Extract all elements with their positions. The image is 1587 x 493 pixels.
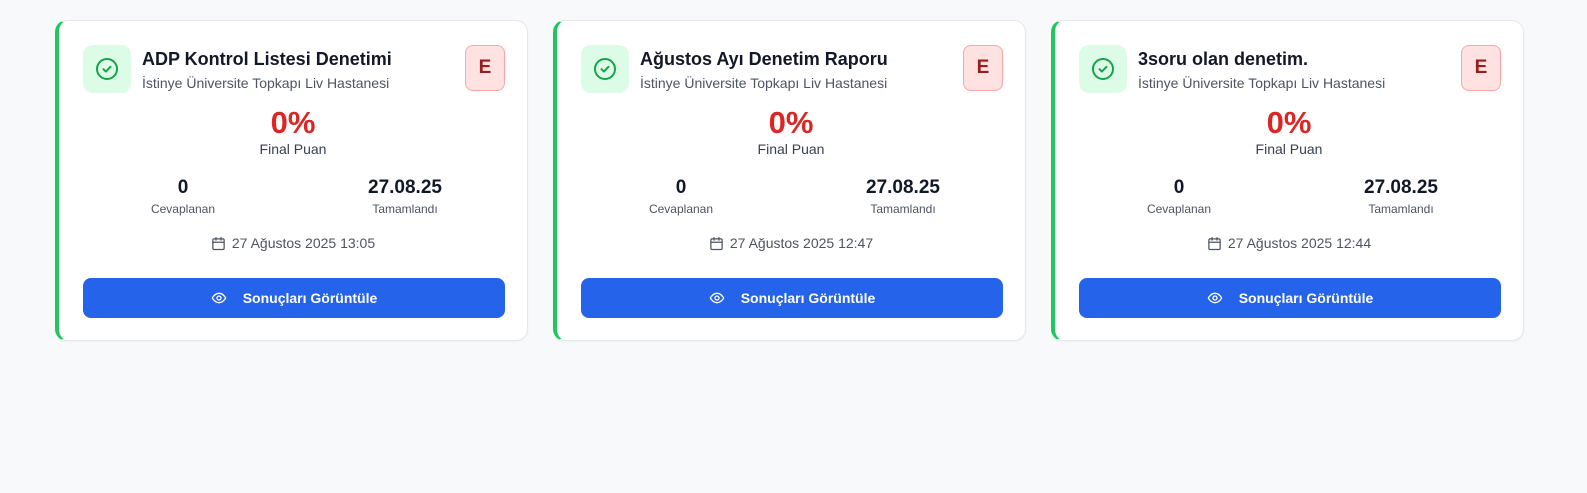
view-results-label: Sonuçları Görüntüle (242, 290, 378, 306)
answered-label: Cevaplanan (1146, 202, 1212, 216)
check-circle-icon (594, 58, 616, 80)
answered-label: Cevaplanan (648, 202, 714, 216)
audit-card-grid: ADP Kontrol Listesi Denetimi İstinye Üni… (55, 20, 1524, 341)
view-results-button[interactable]: Sonuçları Görüntüle (83, 278, 505, 318)
audit-datetime: 27 Ağustos 2025 13:05 (231, 235, 376, 251)
audit-date: 27 Ağustos 2025 13:05 (59, 235, 527, 251)
final-score-label: Final Puan (1255, 141, 1323, 157)
view-results-button[interactable]: Sonuçları Görüntüle (1079, 278, 1501, 318)
answered-value: 0 (177, 177, 189, 198)
hospital-name: İstinye Üniversite Topkapı Liv Hastanesi (1138, 75, 1386, 91)
audit-datetime: 27 Ağustos 2025 12:44 (1227, 235, 1372, 251)
calendar-icon (709, 236, 724, 251)
final-score-label: Final Puan (259, 141, 327, 157)
status-icon-box (581, 45, 629, 93)
final-score-label: Final Puan (757, 141, 825, 157)
completed-value: 27.08.25 (368, 177, 442, 198)
eye-icon (211, 290, 227, 306)
check-circle-icon (96, 58, 118, 80)
final-score: 0% (1266, 105, 1312, 140)
hospital-name: İstinye Üniversite Topkapı Liv Hastanesi (142, 75, 390, 91)
final-score: 0% (270, 105, 316, 140)
check-circle-icon (1092, 58, 1114, 80)
audit-title: ADP Kontrol Listesi Denetimi (142, 49, 392, 69)
view-results-label: Sonuçları Görüntüle (1238, 290, 1374, 306)
audit-card: 3soru olan denetim. İstinye Üniversite T… (1051, 20, 1524, 341)
completed-stat: 27.08.25 Tamamlandı (1301, 177, 1501, 216)
answered-stat: 0 Cevaplanan (1079, 177, 1279, 216)
status-icon-box (1079, 45, 1127, 93)
answered-label: Cevaplanan (150, 202, 216, 216)
audit-card: Ağustos Ayı Denetim Raporu İstinye Ünive… (553, 20, 1026, 341)
completed-label: Tamamlandı (372, 202, 438, 216)
completed-label: Tamamlandı (1368, 202, 1434, 216)
completed-stat: 27.08.25 Tamamlandı (305, 177, 505, 216)
answered-stat: 0 Cevaplanan (581, 177, 781, 216)
completed-stat: 27.08.25 Tamamlandı (803, 177, 1003, 216)
grade-badge: E (1461, 45, 1501, 91)
status-icon-box (83, 45, 131, 93)
audit-date: 27 Ağustos 2025 12:44 (1055, 235, 1523, 251)
calendar-icon (1207, 236, 1222, 251)
eye-icon (1207, 290, 1223, 306)
audit-card: ADP Kontrol Listesi Denetimi İstinye Üni… (55, 20, 528, 341)
eye-icon (709, 290, 725, 306)
hospital-name: İstinye Üniversite Topkapı Liv Hastanesi (640, 75, 888, 91)
calendar-icon (211, 236, 226, 251)
completed-value: 27.08.25 (1364, 177, 1438, 198)
audit-title: 3soru olan denetim. (1138, 49, 1309, 69)
view-results-label: Sonuçları Görüntüle (740, 290, 876, 306)
grade-badge: E (465, 45, 505, 91)
answered-value: 0 (1173, 177, 1185, 198)
final-score: 0% (768, 105, 814, 140)
completed-value: 27.08.25 (866, 177, 940, 198)
completed-label: Tamamlandı (870, 202, 936, 216)
answered-value: 0 (675, 177, 687, 198)
audit-datetime: 27 Ağustos 2025 12:47 (729, 235, 874, 251)
view-results-button[interactable]: Sonuçları Görüntüle (581, 278, 1003, 318)
answered-stat: 0 Cevaplanan (83, 177, 283, 216)
audit-date: 27 Ağustos 2025 12:47 (557, 235, 1025, 251)
audit-title: Ağustos Ayı Denetim Raporu (640, 49, 888, 69)
grade-badge: E (963, 45, 1003, 91)
